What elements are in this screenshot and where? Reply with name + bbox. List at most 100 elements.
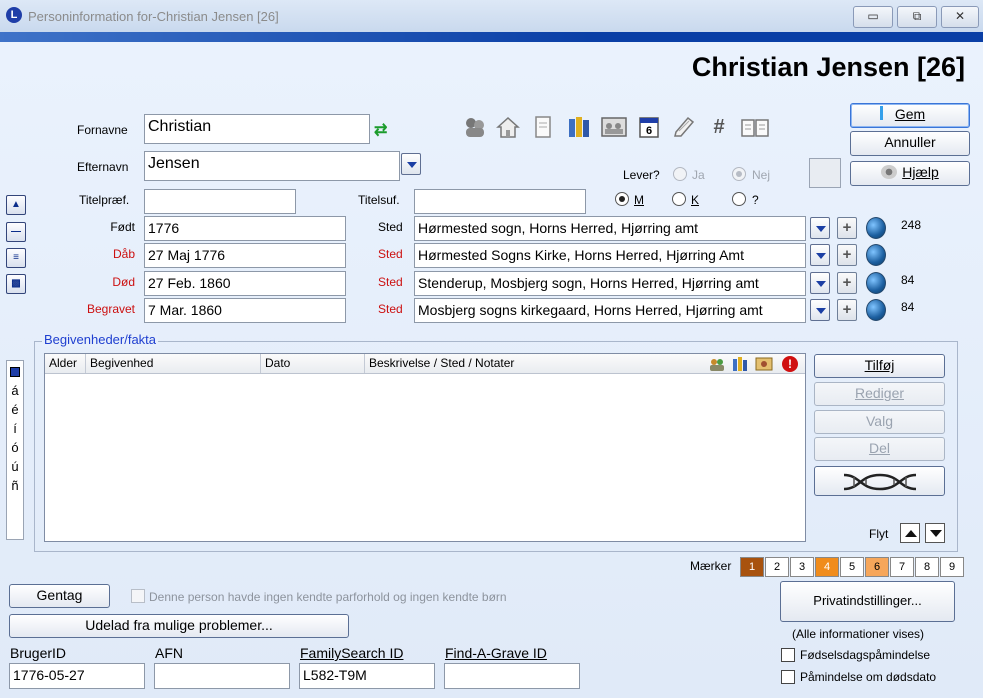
no-spouse-checkbox[interactable]	[131, 589, 145, 603]
familysearch-label[interactable]: FamilySearch ID	[300, 645, 403, 661]
side-lines-button[interactable]: ≡	[6, 248, 26, 268]
gender-unknown-radio[interactable]	[732, 192, 746, 206]
event-add-place-button[interactable]: +	[837, 272, 857, 294]
hash-icon[interactable]: #	[706, 114, 732, 140]
photo-col-icon[interactable]	[755, 357, 773, 371]
globe-icon[interactable]	[866, 217, 886, 239]
calendar-icon[interactable]: 6	[636, 114, 662, 140]
privat-button[interactable]: Privatindstillinger...	[780, 581, 955, 622]
rediger-button[interactable]: Rediger	[814, 382, 945, 406]
efternavn-dropdown[interactable]	[401, 153, 421, 175]
globe-icon[interactable]	[866, 272, 886, 294]
tilfoej-button[interactable]: Tilføj	[814, 354, 945, 378]
valg-button[interactable]: Valg	[814, 410, 945, 434]
move-down-button[interactable]	[925, 523, 945, 543]
column-header-beskrivelse[interactable]: Beskrivelse / Sted / Notater	[365, 354, 705, 373]
gender-k-radio[interactable]	[672, 192, 686, 206]
event-add-place-button[interactable]: +	[837, 244, 857, 266]
accent-char[interactable]: ó	[7, 440, 23, 455]
accent-char[interactable]: é	[7, 402, 23, 417]
annuller-button[interactable]: Annuller	[850, 131, 970, 156]
marker-box[interactable]: 1	[740, 557, 764, 577]
findagrave-input[interactable]	[444, 663, 580, 689]
event-date-input[interactable]: 1776	[144, 216, 346, 241]
document-icon[interactable]	[530, 114, 556, 140]
warning-col-icon[interactable]: !	[782, 356, 798, 372]
accent-char[interactable]: ñ	[7, 478, 23, 493]
side-grid-button[interactable]: ▩	[6, 274, 26, 294]
close-button[interactable]: ✕	[941, 6, 979, 28]
event-date-input[interactable]: 27 Maj 1776	[144, 243, 346, 268]
titelsuf-input[interactable]	[414, 189, 586, 214]
globe-icon[interactable]	[866, 299, 886, 321]
books-col-icon[interactable]	[732, 357, 748, 371]
marker-box[interactable]: 7	[890, 557, 914, 577]
deathdate-reminder-checkbox[interactable]	[781, 670, 795, 684]
udelad-button[interactable]: Udelad fra mulige problemer...	[9, 614, 349, 638]
maximize-button[interactable]: ⧉	[897, 6, 937, 28]
house-icon[interactable]	[495, 114, 521, 140]
brugerid-input[interactable]: 1776-05-27	[9, 663, 145, 689]
marker-box[interactable]: 9	[940, 557, 964, 577]
del-label: Del	[868, 440, 890, 456]
marker-box[interactable]: 2	[765, 557, 789, 577]
birthday-reminder-checkbox[interactable]	[781, 648, 795, 662]
marker-box[interactable]: 4	[815, 557, 839, 577]
accent-char[interactable]: ú	[7, 459, 23, 474]
titelpraef-input[interactable]	[144, 189, 296, 214]
move-up-button[interactable]	[900, 523, 920, 543]
marker-box[interactable]: 8	[915, 557, 939, 577]
fornavne-input[interactable]: Christian	[144, 114, 370, 144]
side-up-button[interactable]: ▲	[6, 195, 26, 215]
persons-icon[interactable]	[462, 114, 488, 140]
photo-icon[interactable]	[600, 114, 627, 140]
findagrave-label[interactable]: Find-A-Grave ID	[445, 645, 547, 661]
notes-icon[interactable]	[671, 114, 697, 140]
persons-col-icon[interactable]	[709, 357, 725, 371]
event-place-dropdown[interactable]	[810, 299, 830, 321]
column-header-alder[interactable]: Alder	[45, 354, 86, 373]
column-header-begivenhed[interactable]: Begivenhed	[86, 354, 261, 373]
afn-label: AFN	[155, 645, 183, 661]
lever-nej-radio[interactable]	[732, 167, 746, 181]
column-header-dato[interactable]: Dato	[261, 354, 365, 373]
event-date-input[interactable]: 7 Mar. 1860	[144, 298, 346, 323]
event-place-dropdown[interactable]	[810, 217, 830, 239]
event-place-dropdown[interactable]	[810, 272, 830, 294]
event-add-place-button[interactable]: +	[837, 299, 857, 321]
gem-button[interactable]: Gem	[850, 103, 970, 128]
lever-ja-radio[interactable]	[673, 167, 687, 181]
del-button[interactable]: Del	[814, 437, 945, 461]
title-bar: L Personinformation for-Christian Jensen…	[0, 0, 983, 32]
event-place-input[interactable]: Hørmested sogn, Horns Herred, Hjørring a…	[414, 216, 806, 241]
event-place-dropdown[interactable]	[810, 244, 830, 266]
afn-input[interactable]	[154, 663, 290, 689]
hjaelp-button[interactable]: Hjælp	[850, 161, 970, 186]
marker-box[interactable]: 3	[790, 557, 814, 577]
book-open-icon[interactable]	[740, 114, 769, 140]
dna-button[interactable]	[814, 466, 945, 496]
minimize-button[interactable]: ▭	[853, 6, 893, 28]
events-table[interactable]: Alder Begivenhed Dato Beskrivelse / Sted…	[44, 353, 806, 542]
event-place-input[interactable]: Stenderup, Mosbjerg sogn, Horns Herred, …	[414, 271, 806, 296]
familysearch-input[interactable]: L582-T9M	[299, 663, 435, 689]
gender-m-radio[interactable]	[615, 192, 629, 206]
event-date-input[interactable]: 27 Feb. 1860	[144, 271, 346, 296]
accent-palette: áéíóúñ	[6, 360, 24, 540]
efternavn-input[interactable]: Jensen	[144, 151, 400, 181]
event-add-place-button[interactable]: +	[837, 217, 857, 239]
books-icon[interactable]	[566, 114, 592, 140]
accent-char[interactable]: á	[7, 383, 23, 398]
photo-box[interactable]	[809, 158, 841, 188]
swap-icon[interactable]: ⇄	[374, 120, 387, 140]
marker-box[interactable]: 5	[840, 557, 864, 577]
event-place-input[interactable]: Mosbjerg sogns kirkegaard, Horns Herred,…	[414, 298, 806, 323]
gentag-button[interactable]: Gentag	[9, 584, 110, 608]
event-place-input[interactable]: Hørmested Sogns Kirke, Horns Herred, Hjø…	[414, 243, 806, 268]
marker-box[interactable]: 6	[865, 557, 889, 577]
accent-char[interactable]: í	[7, 421, 23, 436]
hjaelp-label: Hjælp	[902, 164, 939, 180]
side-line-button[interactable]: —	[6, 222, 26, 242]
globe-icon[interactable]	[866, 244, 886, 266]
event-label: Født	[110, 220, 135, 234]
